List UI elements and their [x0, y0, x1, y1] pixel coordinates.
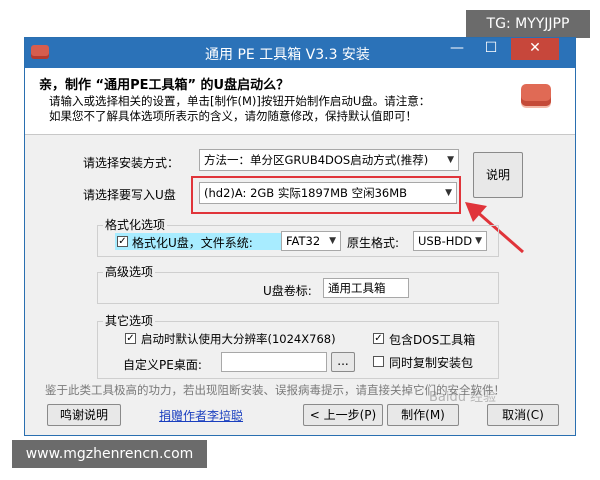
chevron-down-icon: ▼ [447, 155, 454, 165]
volume-label: U盘卷标: [263, 284, 312, 298]
watermark-bottom-left: www.mgzhenrencn.com [12, 440, 207, 468]
copy-installer-label: 同时复制安装包 [389, 356, 474, 370]
copy-installer-checkbox[interactable] [373, 356, 384, 367]
header-title: 亲，制作 “通用PE工具箱” 的U盘启动么？ [39, 78, 290, 93]
watermark-top-right: TG: MYYJJPP [466, 10, 590, 38]
high-res-label: 启动时默认使用大分辨率(1024X768) [141, 332, 336, 346]
volume-input-value: 通用工具箱 [328, 281, 386, 295]
close-button[interactable]: ✕ [511, 38, 559, 60]
back-button[interactable]: < 上一步(P) [303, 404, 383, 426]
advanced-group-legend: 高级选项 [103, 263, 156, 280]
browse-button[interactable]: ... [331, 352, 355, 372]
native-format-select-value: USB-HDD [418, 234, 473, 248]
header-desc-line2: 如果您不了解具体选项所表示的含义，请勿随意修改，保持默认值即可！ [49, 109, 417, 123]
method-select[interactable]: 方法一：单分区GRUB4DOS启动方式(推荐) ▼ [199, 149, 459, 171]
thanks-button[interactable]: 鸣谢说明 [47, 404, 121, 426]
custom-desktop-input[interactable] [221, 352, 327, 372]
header-desc-line1: 请输入或选择相关的设置，单击[制作(M)]按钮开始制作启动U盘。请注意： [49, 94, 431, 108]
cancel-button[interactable]: 取消(C) [487, 404, 559, 426]
make-button[interactable]: 制作(M) [387, 404, 459, 426]
usb-label: 请选择要写入U盘 [83, 188, 176, 202]
installer-window: 通用 PE 工具箱 V3.3 安装 — ☐ ✕ 亲，制作 “通用PE工具箱” 的… [24, 37, 576, 436]
explain-button[interactable]: 说明 [473, 152, 523, 198]
usb-select-value: (hd2)A: 2GB 实际1897MB 空闲36MB [204, 186, 408, 200]
format-checkbox-label: 格式化U盘，文件系统: [132, 236, 253, 250]
native-format-select[interactable]: USB-HDD ▼ [413, 231, 487, 251]
header-panel: 亲，制作 “通用PE工具箱” 的U盘启动么？ 请输入或选择相关的设置，单击[制作… [25, 68, 575, 135]
watermark-url: www.mgzhenrencn.com [25, 446, 194, 462]
header-description: 请输入或选择相关的设置，单击[制作(M)]按钮开始制作启动U盘。请注意： 如果您… [49, 94, 519, 124]
usb-select[interactable]: (hd2)A: 2GB 实际1897MB 空闲36MB ▼ [199, 182, 457, 204]
window-title: 通用 PE 工具箱 V3.3 安装 [205, 47, 370, 63]
donate-link[interactable]: 捐赠作者李培聪 [159, 407, 243, 424]
method-label: 请选择安装方式： [83, 156, 180, 170]
minimize-button[interactable]: — [441, 38, 473, 60]
baidu-watermark: Baidu 经验 [429, 390, 497, 405]
filesystem-select[interactable]: FAT32 ▼ [281, 231, 341, 251]
format-group-legend: 格式化选项 [103, 216, 168, 233]
format-checkbox[interactable]: ✓ [117, 236, 128, 247]
toolbox-logo-icon [521, 84, 551, 106]
maximize-button[interactable]: ☐ [475, 38, 507, 60]
other-group-legend: 其它选项 [103, 312, 156, 329]
app-icon [31, 45, 49, 59]
custom-desktop-label: 自定义PE桌面: [123, 358, 202, 372]
title-bar[interactable]: 通用 PE 工具箱 V3.3 安装 — ☐ ✕ [25, 38, 575, 68]
chevron-down-icon: ▼ [475, 236, 482, 246]
volume-input[interactable]: 通用工具箱 [323, 278, 409, 298]
native-format-label: 原生格式: [347, 236, 400, 250]
filesystem-select-value: FAT32 [286, 234, 321, 248]
high-res-checkbox[interactable]: ✓ [125, 333, 136, 344]
dos-tools-label: 包含DOS工具箱 [389, 333, 476, 347]
chevron-down-icon: ▼ [445, 188, 452, 198]
format-option-row[interactable]: ✓ 格式化U盘，文件系统: [115, 233, 295, 250]
chevron-down-icon: ▼ [329, 236, 336, 246]
watermark-text: TG: MYYJJPP [486, 16, 570, 32]
dos-tools-checkbox[interactable]: ✓ [373, 333, 384, 344]
method-select-value: 方法一：单分区GRUB4DOS启动方式(推荐) [204, 153, 429, 167]
